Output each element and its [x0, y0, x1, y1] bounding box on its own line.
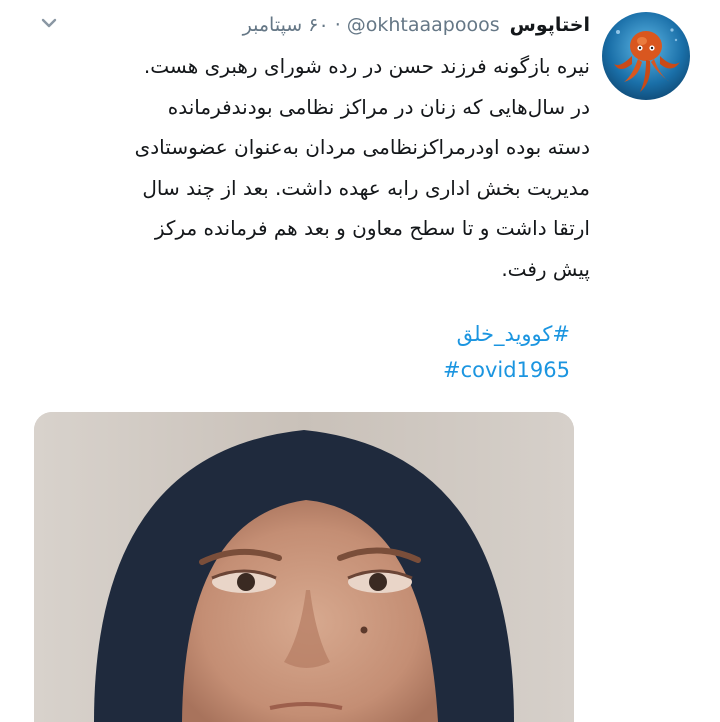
chevron-down-icon[interactable] — [34, 8, 64, 38]
tweet-text-line: مدیریت بخش اداری رابه عهده داشت. بعد از … — [142, 175, 590, 200]
tweet-text-line: نیره بازگونه فرزند حسن در رده شورای رهبر… — [143, 54, 590, 78]
user-handle[interactable]: @okhtaaapooos — [347, 14, 500, 36]
tweet-text-line: ارتقا داشت و تا سطح معاون و بعد هم فرمان… — [154, 216, 590, 240]
tweet-timestamp[interactable]: ۶۰ سپتامبر — [243, 14, 329, 36]
display-name[interactable]: اختاپوس — [510, 14, 590, 36]
photo-attachment[interactable] — [34, 412, 574, 722]
hashtag-link[interactable]: #covid1965 — [30, 352, 570, 388]
tweet-text-line: دسته بوده اودرمراکزنظامی مردان به‌عنوان … — [134, 135, 590, 159]
photo-image — [34, 412, 574, 722]
hashtag-list: #کووید_خلق #covid1965 — [30, 316, 570, 388]
hashtag-link[interactable]: #کووید_خلق — [30, 316, 570, 352]
octopus-avatar-icon — [602, 12, 690, 100]
tweet-text-line: پیش رفت. — [501, 256, 590, 281]
profile-avatar[interactable] — [602, 12, 690, 100]
tweet-card[interactable]: اختاپوس @okhtaaapooos · ۶۰ سپتامبر نیره … — [0, 0, 720, 722]
tweet-header: اختاپوس @okhtaaapooos · ۶۰ سپتامبر — [243, 10, 590, 40]
tweet-text-line: در سال‌هایی که زنان در مراکز نظامی بودند… — [167, 94, 590, 119]
header-separator: · — [334, 14, 341, 36]
tweet-text: نیره بازگونه فرزند حسن در رده شورای رهبر… — [30, 46, 590, 289]
